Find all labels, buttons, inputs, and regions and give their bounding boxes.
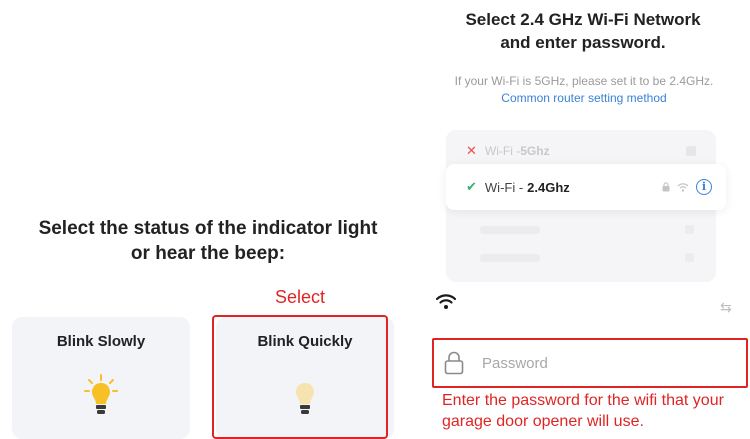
blink-quickly-label: Blink Quickly bbox=[257, 333, 353, 350]
band-24ghz: 2.4Ghz bbox=[527, 179, 570, 195]
lightbulb-bright-icon bbox=[84, 374, 118, 414]
placeholder-icon bbox=[685, 225, 694, 234]
band-5ghz: 5Ghz bbox=[520, 144, 550, 158]
password-input[interactable] bbox=[482, 354, 722, 372]
placeholder-network-row bbox=[480, 226, 540, 234]
network-5ghz-row: ✕ Wi-Fi - 5Ghz bbox=[466, 138, 696, 164]
select-annotation: Select bbox=[274, 287, 326, 307]
placeholder-icon bbox=[685, 253, 694, 262]
lock-icon bbox=[662, 182, 670, 192]
wifi-signal-icon bbox=[677, 183, 689, 192]
check-icon: ✔ bbox=[466, 179, 477, 194]
blink-slowly-label: Blink Slowly bbox=[56, 333, 146, 350]
router-setting-link[interactable]: Common router setting method bbox=[501, 91, 666, 105]
wifi-description: If your Wi-Fi is 5GHz, please set it to … bbox=[454, 74, 714, 105]
blink-quickly-option[interactable]: Blink Quickly bbox=[216, 317, 394, 439]
wifi-icon bbox=[435, 294, 457, 309]
lock-icon bbox=[444, 351, 464, 375]
wifi-title: Select 2.4 GHz Wi-Fi Network and enter p… bbox=[465, 10, 701, 52]
indicator-title: Select the status of the indicator light… bbox=[38, 218, 378, 264]
cross-icon: ✕ bbox=[466, 143, 477, 158]
lightbulb-dim-icon bbox=[296, 383, 314, 414]
placeholder-icon bbox=[686, 146, 696, 156]
password-field[interactable] bbox=[432, 338, 748, 388]
placeholder-network-row bbox=[480, 254, 540, 262]
swap-icon[interactable]: ⇆ bbox=[720, 299, 732, 316]
password-instruction: Enter the password for the wifi that you… bbox=[442, 392, 724, 430]
blink-slowly-option[interactable]: Blink Slowly bbox=[12, 317, 190, 439]
network-24ghz-row[interactable]: ✔ Wi-Fi - 2.4Ghz i bbox=[446, 164, 726, 210]
info-icon[interactable]: i bbox=[696, 179, 712, 195]
